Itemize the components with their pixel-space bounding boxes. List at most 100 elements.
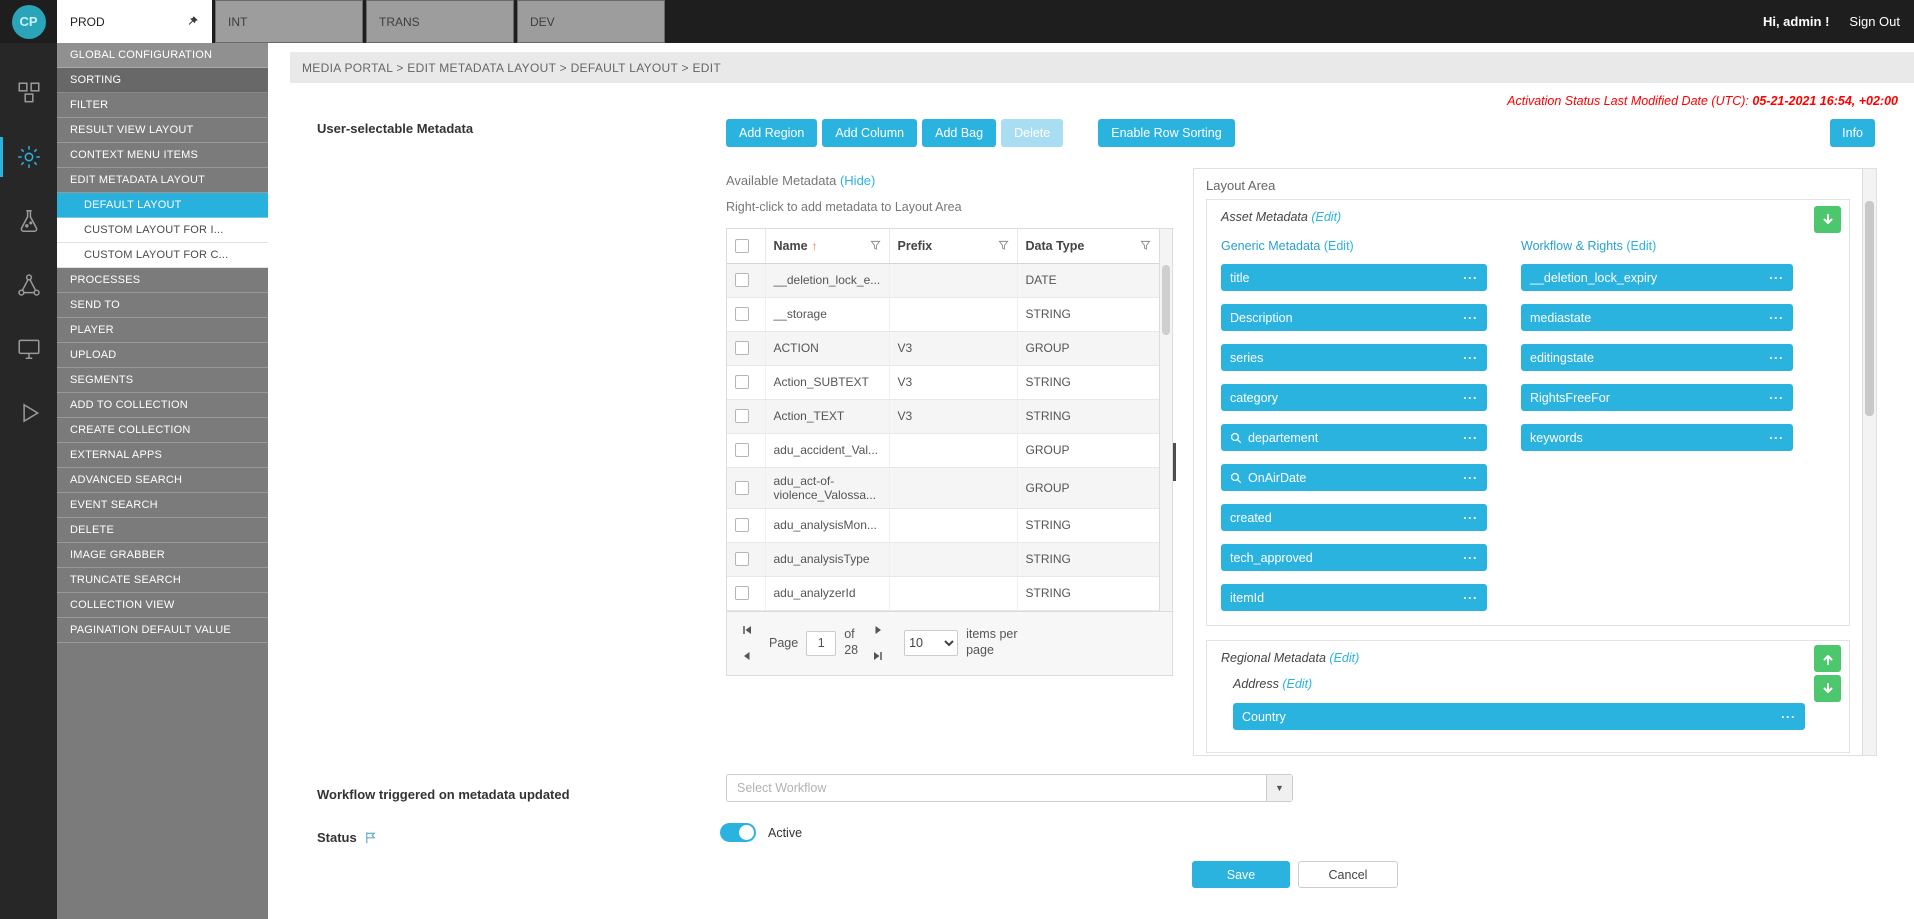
toolbar-button[interactable]: Delete: [1001, 119, 1063, 147]
info-button[interactable]: Info: [1830, 119, 1875, 147]
move-section-down-button[interactable]: [1814, 206, 1841, 233]
toolbar-button[interactable]: Add Bag: [922, 119, 996, 147]
sidebar-item[interactable]: GLOBAL CONFIGURATION: [57, 43, 268, 68]
first-page-button[interactable]: [739, 622, 755, 638]
sidebar-item[interactable]: EXTERNAL APPS: [57, 443, 268, 468]
address-edit-link[interactable]: (Edit): [1282, 677, 1312, 691]
row-checkbox[interactable]: [735, 341, 749, 355]
sidebar-item[interactable]: EVENT SEARCH: [57, 493, 268, 518]
chip-menu-dots[interactable]: ...: [1463, 469, 1478, 487]
sidebar-item[interactable]: PAGINATION DEFAULT VALUE: [57, 618, 268, 643]
table-row[interactable]: ACTION V3 GROUP: [727, 331, 1159, 365]
sidebar-item[interactable]: RESULT VIEW LAYOUT: [57, 118, 268, 143]
sidebar-item[interactable]: ADD TO COLLECTION: [57, 393, 268, 418]
metadata-chip[interactable]: series ...: [1221, 344, 1487, 371]
toolbar-button[interactable]: Enable Row Sorting: [1098, 119, 1234, 147]
cell-name[interactable]: Action_SUBTEXT: [765, 365, 889, 399]
chip-menu-dots[interactable]: ...: [1463, 589, 1478, 607]
column-header-prefix[interactable]: Prefix: [889, 229, 1017, 263]
move-section-down-button[interactable]: [1814, 675, 1841, 702]
sidebar-item[interactable]: ADVANCED SEARCH: [57, 468, 268, 493]
metadata-chip[interactable]: keywords ...: [1521, 424, 1793, 451]
next-page-button[interactable]: [870, 622, 886, 638]
last-page-button[interactable]: [870, 648, 886, 664]
metadata-chip[interactable]: Description ...: [1221, 304, 1487, 331]
sidebar-item[interactable]: UPLOAD: [57, 343, 268, 368]
page-size-select[interactable]: 10: [904, 630, 958, 656]
sign-out-link[interactable]: Sign Out: [1849, 14, 1900, 29]
hide-link[interactable]: (Hide): [840, 173, 875, 188]
chip-menu-dots[interactable]: ...: [1769, 389, 1784, 407]
sidebar-item[interactable]: CONTEXT MENU ITEMS: [57, 143, 268, 168]
row-checkbox[interactable]: [735, 443, 749, 457]
cell-name[interactable]: adu_accident_Val...: [765, 433, 889, 467]
save-button[interactable]: Save: [1192, 861, 1290, 888]
row-checkbox[interactable]: [735, 552, 749, 566]
metadata-chip[interactable]: title ...: [1221, 264, 1487, 291]
row-checkbox[interactable]: [735, 409, 749, 423]
grid-scrollbar-thumb[interactable]: [1162, 265, 1170, 335]
column-header-name[interactable]: Name ↑: [765, 229, 889, 263]
metadata-chip[interactable]: category ...: [1221, 384, 1487, 411]
chip-menu-dots[interactable]: ...: [1463, 389, 1478, 407]
chip-menu-dots[interactable]: ...: [1769, 269, 1784, 287]
cancel-button[interactable]: Cancel: [1298, 861, 1398, 888]
hierarchy-icon[interactable]: [0, 257, 57, 313]
table-row[interactable]: Action_SUBTEXT V3 STRING: [727, 365, 1159, 399]
chip-menu-dots[interactable]: ...: [1463, 509, 1478, 527]
environment-tab[interactable]: DEV: [517, 0, 665, 43]
sidebar-item[interactable]: SEGMENTS: [57, 368, 268, 393]
chip-menu-dots[interactable]: ...: [1769, 429, 1784, 447]
cell-name[interactable]: adu_act-of-violence_Valossa...: [765, 467, 889, 508]
move-section-up-button[interactable]: [1814, 645, 1841, 672]
settings-gear-icon[interactable]: [0, 129, 57, 185]
sidebar-item[interactable]: PLAYER: [57, 318, 268, 343]
row-checkbox[interactable]: [735, 586, 749, 600]
filter-funnel-icon[interactable]: [998, 240, 1009, 251]
toolbar-button[interactable]: Add Region: [726, 119, 817, 147]
filter-funnel-icon[interactable]: [1140, 240, 1151, 251]
metadata-chip[interactable]: departement ...: [1221, 424, 1487, 451]
chip-menu-dots[interactable]: ...: [1769, 309, 1784, 327]
cell-name[interactable]: ACTION: [765, 331, 889, 365]
sidebar-item[interactable]: FILTER: [57, 93, 268, 118]
chip-menu-dots[interactable]: ...: [1769, 349, 1784, 367]
layout-area-scrollbar-thumb[interactable]: [1865, 201, 1874, 416]
sidebar-item[interactable]: COLLECTION VIEW: [57, 593, 268, 618]
cell-name[interactable]: Action_TEXT: [765, 399, 889, 433]
chip-menu-dots[interactable]: ...: [1463, 429, 1478, 447]
chevron-down-icon[interactable]: ▼: [1266, 775, 1292, 801]
metadata-chip[interactable]: tech_approved ...: [1221, 544, 1487, 571]
sidebar-item[interactable]: DEFAULT LAYOUT: [57, 193, 268, 218]
metadata-chip[interactable]: created ...: [1221, 504, 1487, 531]
layout-area-scrollbar[interactable]: [1862, 169, 1876, 755]
previous-page-button[interactable]: [739, 648, 755, 664]
table-row[interactable]: Action_TEXT V3 STRING: [727, 399, 1159, 433]
metadata-chip[interactable]: Country ...: [1233, 703, 1805, 730]
sidebar-item[interactable]: TRUNCATE SEARCH: [57, 568, 268, 593]
workflow-select-dropdown[interactable]: Select Workflow ▼: [726, 774, 1293, 802]
chip-menu-dots[interactable]: ...: [1463, 309, 1478, 327]
metadata-chip[interactable]: __deletion_lock_expiry ...: [1521, 264, 1793, 291]
sidebar-item[interactable]: SORTING: [57, 68, 268, 93]
monitor-icon[interactable]: [0, 321, 57, 377]
environment-tab[interactable]: PROD: [57, 0, 212, 43]
row-checkbox[interactable]: [735, 375, 749, 389]
sidebar-item[interactable]: CUSTOM LAYOUT FOR I...: [57, 218, 268, 243]
cell-name[interactable]: __deletion_lock_e...: [765, 263, 889, 297]
app-logo[interactable]: CP: [12, 5, 46, 39]
page-number-input[interactable]: [806, 631, 836, 656]
table-row[interactable]: adu_analysisMon... STRING: [727, 508, 1159, 542]
table-row[interactable]: adu_analyzerId STRING: [727, 576, 1159, 610]
sidebar-item[interactable]: PROCESSES: [57, 268, 268, 293]
chip-menu-dots[interactable]: ...: [1463, 549, 1478, 567]
status-toggle[interactable]: [720, 823, 756, 842]
chip-menu-dots[interactable]: ...: [1781, 708, 1796, 726]
row-checkbox[interactable]: [735, 481, 749, 495]
cell-name[interactable]: adu_analysisMon...: [765, 508, 889, 542]
table-row[interactable]: adu_accident_Val... GROUP: [727, 433, 1159, 467]
sidebar-item[interactable]: CUSTOM LAYOUT FOR C...: [57, 243, 268, 268]
column-header-datatype[interactable]: Data Type: [1017, 229, 1159, 263]
asset-edit-link[interactable]: (Edit): [1311, 210, 1341, 224]
sidebar-item[interactable]: DELETE: [57, 518, 268, 543]
